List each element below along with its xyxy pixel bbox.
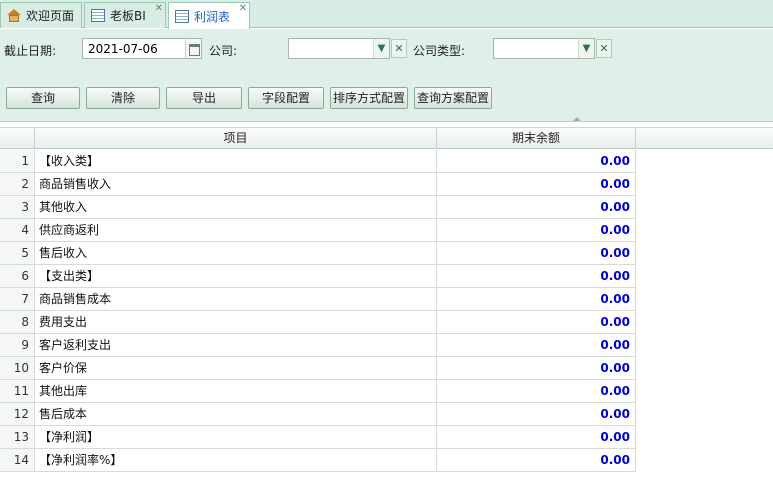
balance-cell: 0.00 bbox=[437, 357, 636, 380]
table-row[interactable]: 9 客户返利支出 0.00 bbox=[0, 334, 636, 357]
company-label: 公司: bbox=[209, 44, 238, 58]
row-number: 10 bbox=[0, 357, 35, 380]
item-cell: 售后收入 bbox=[35, 242, 437, 265]
row-number: 14 bbox=[0, 449, 35, 472]
table-row[interactable]: 14 【净利润率%】 0.00 bbox=[0, 449, 636, 472]
query-button[interactable]: 查询 bbox=[6, 87, 80, 109]
company-type-label: 公司类型: bbox=[413, 44, 466, 58]
balance-cell: 0.00 bbox=[437, 334, 636, 357]
balance-cell: 0.00 bbox=[437, 426, 636, 449]
item-cell: 供应商返利 bbox=[35, 219, 437, 242]
header-item[interactable]: 项目 bbox=[35, 128, 437, 149]
balance-cell: 0.00 bbox=[437, 288, 636, 311]
grid-icon bbox=[91, 9, 105, 22]
export-button[interactable]: 导出 bbox=[166, 87, 242, 109]
table-row[interactable]: 5 售后收入 0.00 bbox=[0, 242, 636, 265]
item-cell: 【净利润】 bbox=[35, 426, 437, 449]
home-icon bbox=[7, 9, 21, 22]
table-row[interactable]: 12 售后成本 0.00 bbox=[0, 403, 636, 426]
row-number: 7 bbox=[0, 288, 35, 311]
balance-cell: 0.00 bbox=[437, 173, 636, 196]
item-cell: 客户返利支出 bbox=[35, 334, 437, 357]
row-number: 12 bbox=[0, 403, 35, 426]
table-row[interactable]: 6 【支出类】 0.00 bbox=[0, 265, 636, 288]
balance-cell: 0.00 bbox=[437, 403, 636, 426]
table-row[interactable]: 7 商品销售成本 0.00 bbox=[0, 288, 636, 311]
item-cell: 【支出类】 bbox=[35, 265, 437, 288]
row-number: 13 bbox=[0, 426, 35, 449]
balance-cell: 0.00 bbox=[437, 449, 636, 472]
row-number: 8 bbox=[0, 311, 35, 334]
company-clear-icon[interactable]: ✕ bbox=[391, 39, 407, 58]
balance-cell: 0.00 bbox=[437, 242, 636, 265]
row-number: 1 bbox=[0, 150, 35, 173]
clear-button[interactable]: 清除 bbox=[86, 87, 160, 109]
filter-panel: 截止日期: 2021-07-06 公司: ▼ ✕ 公司类型: ▼ ✕ 查询 清除… bbox=[0, 29, 773, 121]
calendar-icon[interactable] bbox=[185, 39, 201, 58]
tab-bar: 欢迎页面 老板BI ✕ 利润表 ✕ bbox=[0, 0, 773, 29]
table-row[interactable]: 10 客户价保 0.00 bbox=[0, 357, 636, 380]
table-row[interactable]: 4 供应商返利 0.00 bbox=[0, 219, 636, 242]
item-cell: 其他出库 bbox=[35, 380, 437, 403]
table-row[interactable]: 3 其他收入 0.00 bbox=[0, 196, 636, 219]
company-type-select[interactable]: ▼ bbox=[493, 38, 595, 59]
tab-label: 老板BI bbox=[110, 9, 146, 23]
table-row[interactable]: 1 【收入类】 0.00 bbox=[0, 150, 636, 173]
chevron-down-icon[interactable]: ▼ bbox=[578, 39, 594, 58]
table-row[interactable]: 11 其他出库 0.00 bbox=[0, 380, 636, 403]
sort-config-button[interactable]: 排序方式配置 bbox=[330, 87, 408, 109]
table-row[interactable]: 8 费用支出 0.00 bbox=[0, 311, 636, 334]
tab-label: 利润表 bbox=[194, 9, 231, 24]
balance-cell: 0.00 bbox=[437, 311, 636, 334]
row-number: 2 bbox=[0, 173, 35, 196]
item-cell: 售后成本 bbox=[35, 403, 437, 426]
row-number: 6 bbox=[0, 265, 35, 288]
table-row[interactable]: 13 【净利润】 0.00 bbox=[0, 426, 636, 449]
tab-welcome[interactable]: 欢迎页面 bbox=[0, 2, 82, 28]
company-type-clear-icon[interactable]: ✕ bbox=[596, 39, 612, 58]
item-cell: 费用支出 bbox=[35, 311, 437, 334]
tab-label: 欢迎页面 bbox=[26, 9, 75, 23]
item-cell: 商品销售收入 bbox=[35, 173, 437, 196]
item-cell: 其他收入 bbox=[35, 196, 437, 219]
panel-splitter[interactable] bbox=[0, 116, 773, 122]
tab-boss-bi[interactable]: 老板BI ✕ bbox=[84, 2, 166, 28]
company-select[interactable]: ▼ bbox=[288, 38, 390, 59]
row-number: 5 bbox=[0, 242, 35, 265]
header-rownum bbox=[0, 128, 35, 149]
item-cell: 客户价保 bbox=[35, 357, 437, 380]
date-value: 2021-07-06 bbox=[88, 42, 158, 56]
table-header: 项目 期末余额 bbox=[0, 127, 773, 149]
balance-cell: 0.00 bbox=[437, 150, 636, 173]
tab-profit-statement[interactable]: 利润表 ✕ bbox=[168, 2, 250, 29]
close-icon[interactable]: ✕ bbox=[239, 4, 247, 14]
item-cell: 【收入类】 bbox=[35, 150, 437, 173]
header-balance[interactable]: 期末余额 bbox=[437, 128, 636, 149]
row-number: 11 bbox=[0, 380, 35, 403]
balance-cell: 0.00 bbox=[437, 380, 636, 403]
chevron-down-icon[interactable]: ▼ bbox=[373, 39, 389, 58]
grid-icon bbox=[175, 9, 189, 23]
field-config-button[interactable]: 字段配置 bbox=[248, 87, 324, 109]
balance-cell: 0.00 bbox=[437, 196, 636, 219]
balance-cell: 0.00 bbox=[437, 265, 636, 288]
balance-cell: 0.00 bbox=[437, 219, 636, 242]
date-label: 截止日期: bbox=[4, 44, 57, 58]
row-number: 3 bbox=[0, 196, 35, 219]
close-icon[interactable]: ✕ bbox=[155, 4, 163, 14]
query-plan-config-button[interactable]: 查询方案配置 bbox=[414, 87, 492, 109]
date-field[interactable]: 2021-07-06 bbox=[82, 38, 202, 59]
row-number: 4 bbox=[0, 219, 35, 242]
item-cell: 商品销售成本 bbox=[35, 288, 437, 311]
row-number: 9 bbox=[0, 334, 35, 357]
table-row[interactable]: 2 商品销售收入 0.00 bbox=[0, 173, 636, 196]
item-cell: 【净利润率%】 bbox=[35, 449, 437, 472]
collapse-icon[interactable] bbox=[573, 117, 581, 121]
